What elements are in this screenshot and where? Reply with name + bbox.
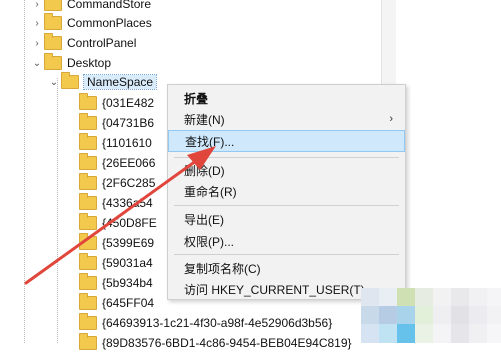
annotation-arrow-shaft — [24, 156, 202, 285]
annotation-arrow-head — [187, 146, 216, 170]
watermark-mosaic — [361, 288, 501, 343]
